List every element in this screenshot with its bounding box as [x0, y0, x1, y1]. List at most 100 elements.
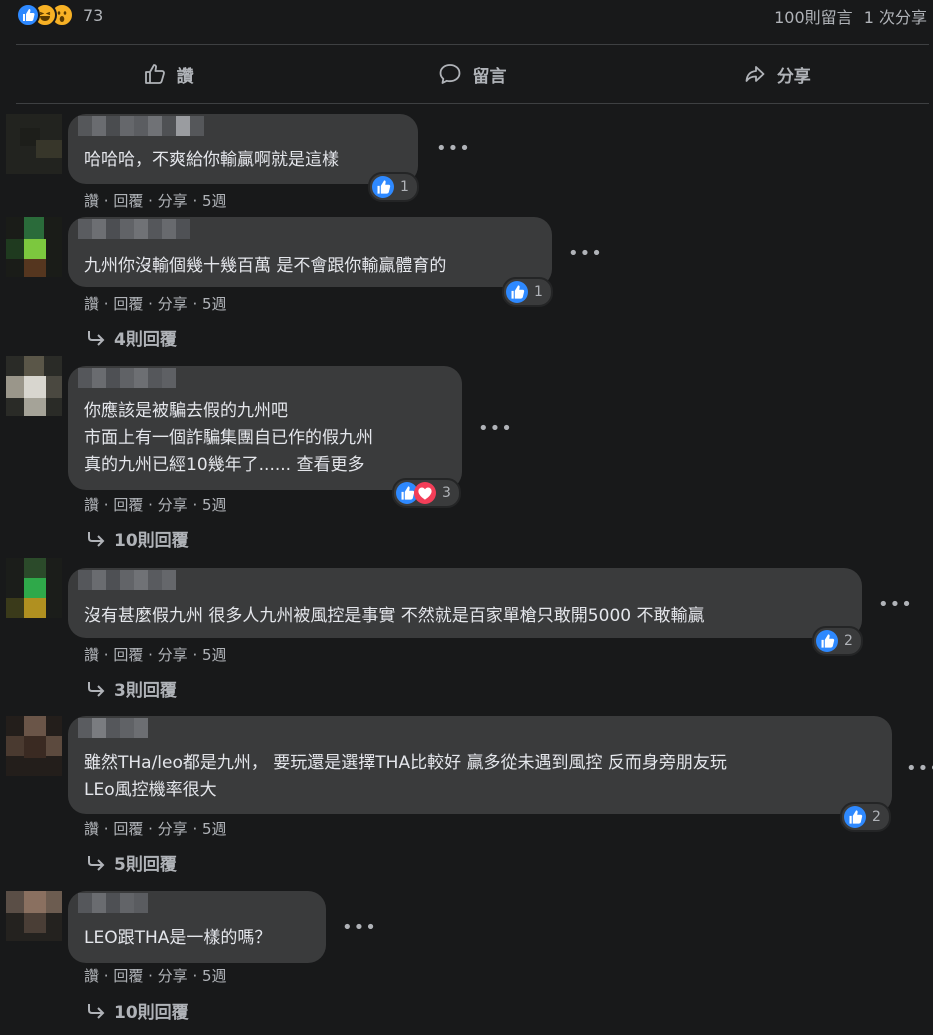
comment-share-link[interactable]: 分享 — [158, 820, 188, 838]
comment-reply-link[interactable]: 回覆 — [113, 496, 143, 514]
comment-options-button[interactable]: ••• — [568, 243, 603, 264]
view-replies-link[interactable]: 5則回覆 — [86, 850, 177, 875]
comment-reply-link[interactable]: 回覆 — [113, 192, 143, 210]
comment-meta: 讚 · 回覆 · 分享 · 5週 — [84, 293, 227, 314]
comment-timestamp[interactable]: 5週 — [202, 820, 227, 838]
view-replies-link[interactable]: 3則回覆 — [86, 676, 177, 701]
separator: · — [187, 820, 202, 838]
comment-meta: 讚 · 回覆 · 分享 · 5週 — [84, 818, 227, 839]
reaction-count[interactable]: 73 — [83, 6, 103, 25]
comment-share-link[interactable]: 分享 — [158, 496, 188, 514]
comment-timestamp[interactable]: 5週 — [202, 295, 227, 313]
comment-meta: 讚 · 回覆 · 分享 · 5週 — [84, 965, 227, 986]
comment-like-link[interactable]: 讚 — [84, 496, 99, 514]
comment-reaction-badge[interactable]: 2 — [840, 802, 891, 832]
reply-arrow-icon — [88, 681, 105, 697]
share-button[interactable]: 分享 — [625, 45, 929, 103]
share-count-link[interactable]: 1 次分享 — [864, 8, 927, 27]
comment-bubble: 沒有甚麼假九州 很多人九州被風控是事實 不然就是百家單槍只敢開5000 不敢輸贏 — [68, 568, 862, 638]
view-replies-link[interactable]: 10則回覆 — [86, 526, 189, 551]
comment-reaction-badge[interactable]: 1 — [368, 172, 419, 202]
comment-bubble: 你應該是被騙去假的九州吧 市面上有一個詐騙集團自已作的假九州 真的九州已經10幾… — [68, 366, 462, 490]
comment-timestamp[interactable]: 5週 — [202, 967, 227, 985]
separator: · — [99, 820, 114, 838]
avatar[interactable] — [6, 891, 62, 951]
separator: · — [187, 496, 202, 514]
commenter-name[interactable] — [78, 116, 204, 136]
like-button-label: 讚 — [176, 66, 194, 87]
comment-like-link[interactable]: 讚 — [84, 295, 99, 313]
comment-reply-link[interactable]: 回覆 — [113, 820, 143, 838]
comment-timestamp[interactable]: 5週 — [202, 192, 227, 210]
commenter-name[interactable] — [78, 893, 148, 913]
replies-count: 3則回覆 — [114, 681, 177, 701]
comment-reaction-badge[interactable]: 2 — [812, 626, 863, 656]
commenter-name[interactable] — [78, 219, 190, 239]
comment-options-button[interactable]: ••• — [342, 917, 377, 938]
separator: · — [143, 820, 158, 838]
reaction-count: 1 — [534, 284, 543, 300]
avatar[interactable] — [6, 716, 62, 776]
like-button[interactable]: 讚 — [16, 45, 320, 103]
avatar[interactable] — [6, 217, 62, 277]
comment-options-button[interactable]: ••• — [436, 138, 471, 159]
comment-reaction-badge[interactable]: 1 — [502, 277, 553, 307]
separator: · — [99, 967, 114, 985]
comment-text: 哈哈哈，不爽給你輸贏啊就是這樣 — [84, 150, 339, 170]
comment-meta: 讚 · 回覆 · 分享 · 5週 — [84, 494, 227, 515]
avatar[interactable] — [6, 356, 62, 416]
avatar[interactable] — [6, 114, 62, 174]
comment-share-link[interactable]: 分享 — [158, 192, 188, 210]
separator: · — [143, 192, 158, 210]
comment-share-link[interactable]: 分享 — [158, 295, 188, 313]
comment-bubble: 哈哈哈，不爽給你輸贏啊就是這樣 — [68, 114, 418, 184]
comment-share-link[interactable]: 分享 — [158, 646, 188, 664]
comment-count-link[interactable]: 100則留言 — [774, 8, 853, 27]
comment-meta: 讚 · 回覆 · 分享 · 5週 — [84, 644, 227, 665]
reaction-count: 1 — [400, 179, 409, 195]
replies-count: 4則回覆 — [114, 330, 177, 350]
comment-button[interactable]: 留言 — [320, 45, 624, 103]
comment-options-button[interactable]: ••• — [478, 418, 513, 439]
comment-share-link[interactable]: 分享 — [158, 967, 188, 985]
comment-timestamp[interactable]: 5週 — [202, 646, 227, 664]
comment-reply-link[interactable]: 回覆 — [113, 295, 143, 313]
reply-arrow-icon — [88, 330, 105, 346]
comment-options-button[interactable]: ••• — [878, 594, 913, 615]
comment-reply-link[interactable]: 回覆 — [113, 646, 143, 664]
comment-button-label: 留言 — [472, 66, 507, 87]
comment-like-link[interactable]: 讚 — [84, 820, 99, 838]
commenter-name[interactable] — [78, 368, 176, 388]
separator: · — [99, 192, 114, 210]
share-button-label: 分享 — [776, 66, 811, 87]
reaction-summary[interactable]: 73 — [16, 3, 103, 27]
comment-reply-link[interactable]: 回覆 — [113, 967, 143, 985]
separator: · — [99, 295, 114, 313]
comment-share-counts: 100則留言 1 次分享 — [768, 4, 927, 28]
commenter-name[interactable] — [78, 570, 176, 590]
reaction-count: 2 — [872, 809, 881, 825]
replies-count: 10則回覆 — [114, 1003, 189, 1023]
reply-arrow-icon — [88, 1003, 105, 1019]
separator: · — [143, 967, 158, 985]
separator: · — [99, 646, 114, 664]
commenter-name[interactable] — [78, 718, 148, 738]
comment-options-button[interactable]: ••• — [906, 758, 933, 779]
comment-like-link[interactable]: 讚 — [84, 646, 99, 664]
avatar[interactable] — [6, 558, 62, 618]
reply-arrow-icon — [88, 531, 105, 547]
comment-timestamp[interactable]: 5週 — [202, 496, 227, 514]
thumbs-up-icon — [144, 64, 165, 84]
comment-like-link[interactable]: 讚 — [84, 967, 99, 985]
like-reaction-icon — [844, 806, 866, 828]
like-reaction-icon — [816, 630, 838, 652]
separator: · — [187, 967, 202, 985]
love-reaction-icon — [414, 482, 436, 504]
separator: · — [187, 295, 202, 313]
comment-reaction-badge[interactable]: 3 — [392, 478, 461, 508]
view-replies-link[interactable]: 10則回覆 — [86, 998, 189, 1023]
separator: · — [143, 295, 158, 313]
separator: · — [99, 496, 114, 514]
comment-like-link[interactable]: 讚 — [84, 192, 99, 210]
view-replies-link[interactable]: 4則回覆 — [86, 325, 177, 350]
